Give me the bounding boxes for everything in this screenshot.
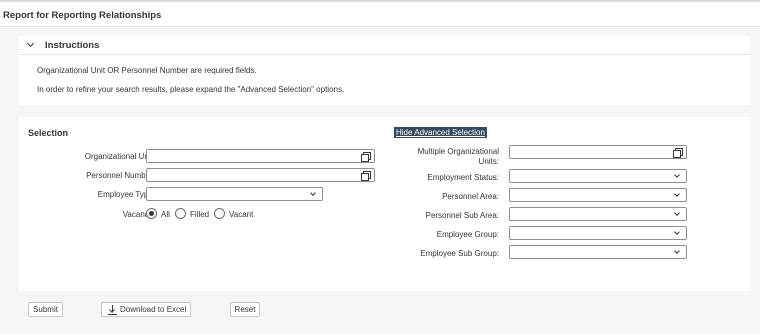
page-header: Report for Reporting Relationships (0, 2, 760, 27)
chevron-down-icon[interactable] (674, 248, 680, 254)
multiple-org-units-label-line1: Multiple Organizational (417, 147, 499, 156)
chevron-down-icon[interactable] (674, 172, 680, 178)
employee-sub-group-select[interactable] (509, 245, 687, 259)
chevron-down-icon[interactable] (674, 191, 680, 197)
chevron-down-icon[interactable] (26, 39, 35, 48)
employee-type-select[interactable] (146, 187, 323, 201)
chevron-down-icon[interactable] (310, 190, 316, 196)
personnel-number-label: Personnel Number: (86, 171, 155, 180)
vacancy-filled-label: Filled (190, 210, 210, 219)
chevron-down-icon[interactable] (674, 229, 680, 235)
org-unit-input[interactable] (146, 149, 375, 163)
personnel-area-select[interactable] (509, 188, 687, 202)
employment-status-label: Employment Status: (427, 173, 499, 182)
instructions-header[interactable]: Instructions (19, 36, 750, 55)
employment-status-select[interactable] (509, 169, 687, 183)
selection-panel: Selection Hide Advanced Selection Organi… (19, 117, 750, 291)
multiple-org-units-label-line2: Units: (478, 157, 499, 166)
chevron-down-icon[interactable] (674, 210, 680, 216)
vacancy-all-label: All (161, 210, 170, 219)
vacancy-filled-radio[interactable] (175, 208, 186, 219)
value-help-icon[interactable] (361, 171, 371, 181)
instructions-panel: Instructions Organizational Unit OR Pers… (19, 36, 750, 105)
multiple-org-units-input[interactable] (509, 145, 687, 159)
submit-button[interactable]: Submit (28, 302, 63, 317)
instructions-title: Instructions (45, 40, 100, 51)
personnel-sub-area-label: Personnel Sub Area: (425, 211, 499, 220)
personnel-sub-area-select[interactable] (509, 207, 687, 221)
vacancy-vacant-radio[interactable] (214, 208, 225, 219)
multiple-org-units-label: Multiple Organizational Units: (418, 147, 499, 167)
org-unit-label: Organizational Unit: (84, 152, 155, 161)
download-icon (108, 305, 117, 315)
page-title: Report for Reporting Relationships (3, 10, 162, 21)
download-to-excel-label: Download to Excel (120, 305, 187, 314)
download-to-excel-button[interactable]: Download to Excel (101, 302, 191, 317)
employee-group-label: Employee Group: (436, 230, 499, 239)
hide-advanced-selection-link[interactable]: Hide Advanced Selection (394, 127, 487, 138)
personnel-area-label: Personnel Area: (442, 192, 499, 201)
value-help-icon[interactable] (673, 148, 683, 158)
employee-sub-group-label: Employee Sub Group: (420, 249, 499, 258)
vacancy-all-radio[interactable] (146, 208, 157, 219)
instructions-line-required: Organizational Unit OR Personnel Number … (37, 66, 257, 75)
reset-button[interactable]: Reset (230, 302, 260, 317)
personnel-number-input[interactable] (146, 168, 375, 182)
value-help-icon[interactable] (361, 152, 371, 162)
vacancy-vacant-label: Vacant (229, 210, 254, 219)
instructions-line-refine: In order to refine your search results, … (37, 85, 345, 94)
employee-group-select[interactable] (509, 226, 687, 240)
selection-title: Selection (28, 128, 69, 138)
